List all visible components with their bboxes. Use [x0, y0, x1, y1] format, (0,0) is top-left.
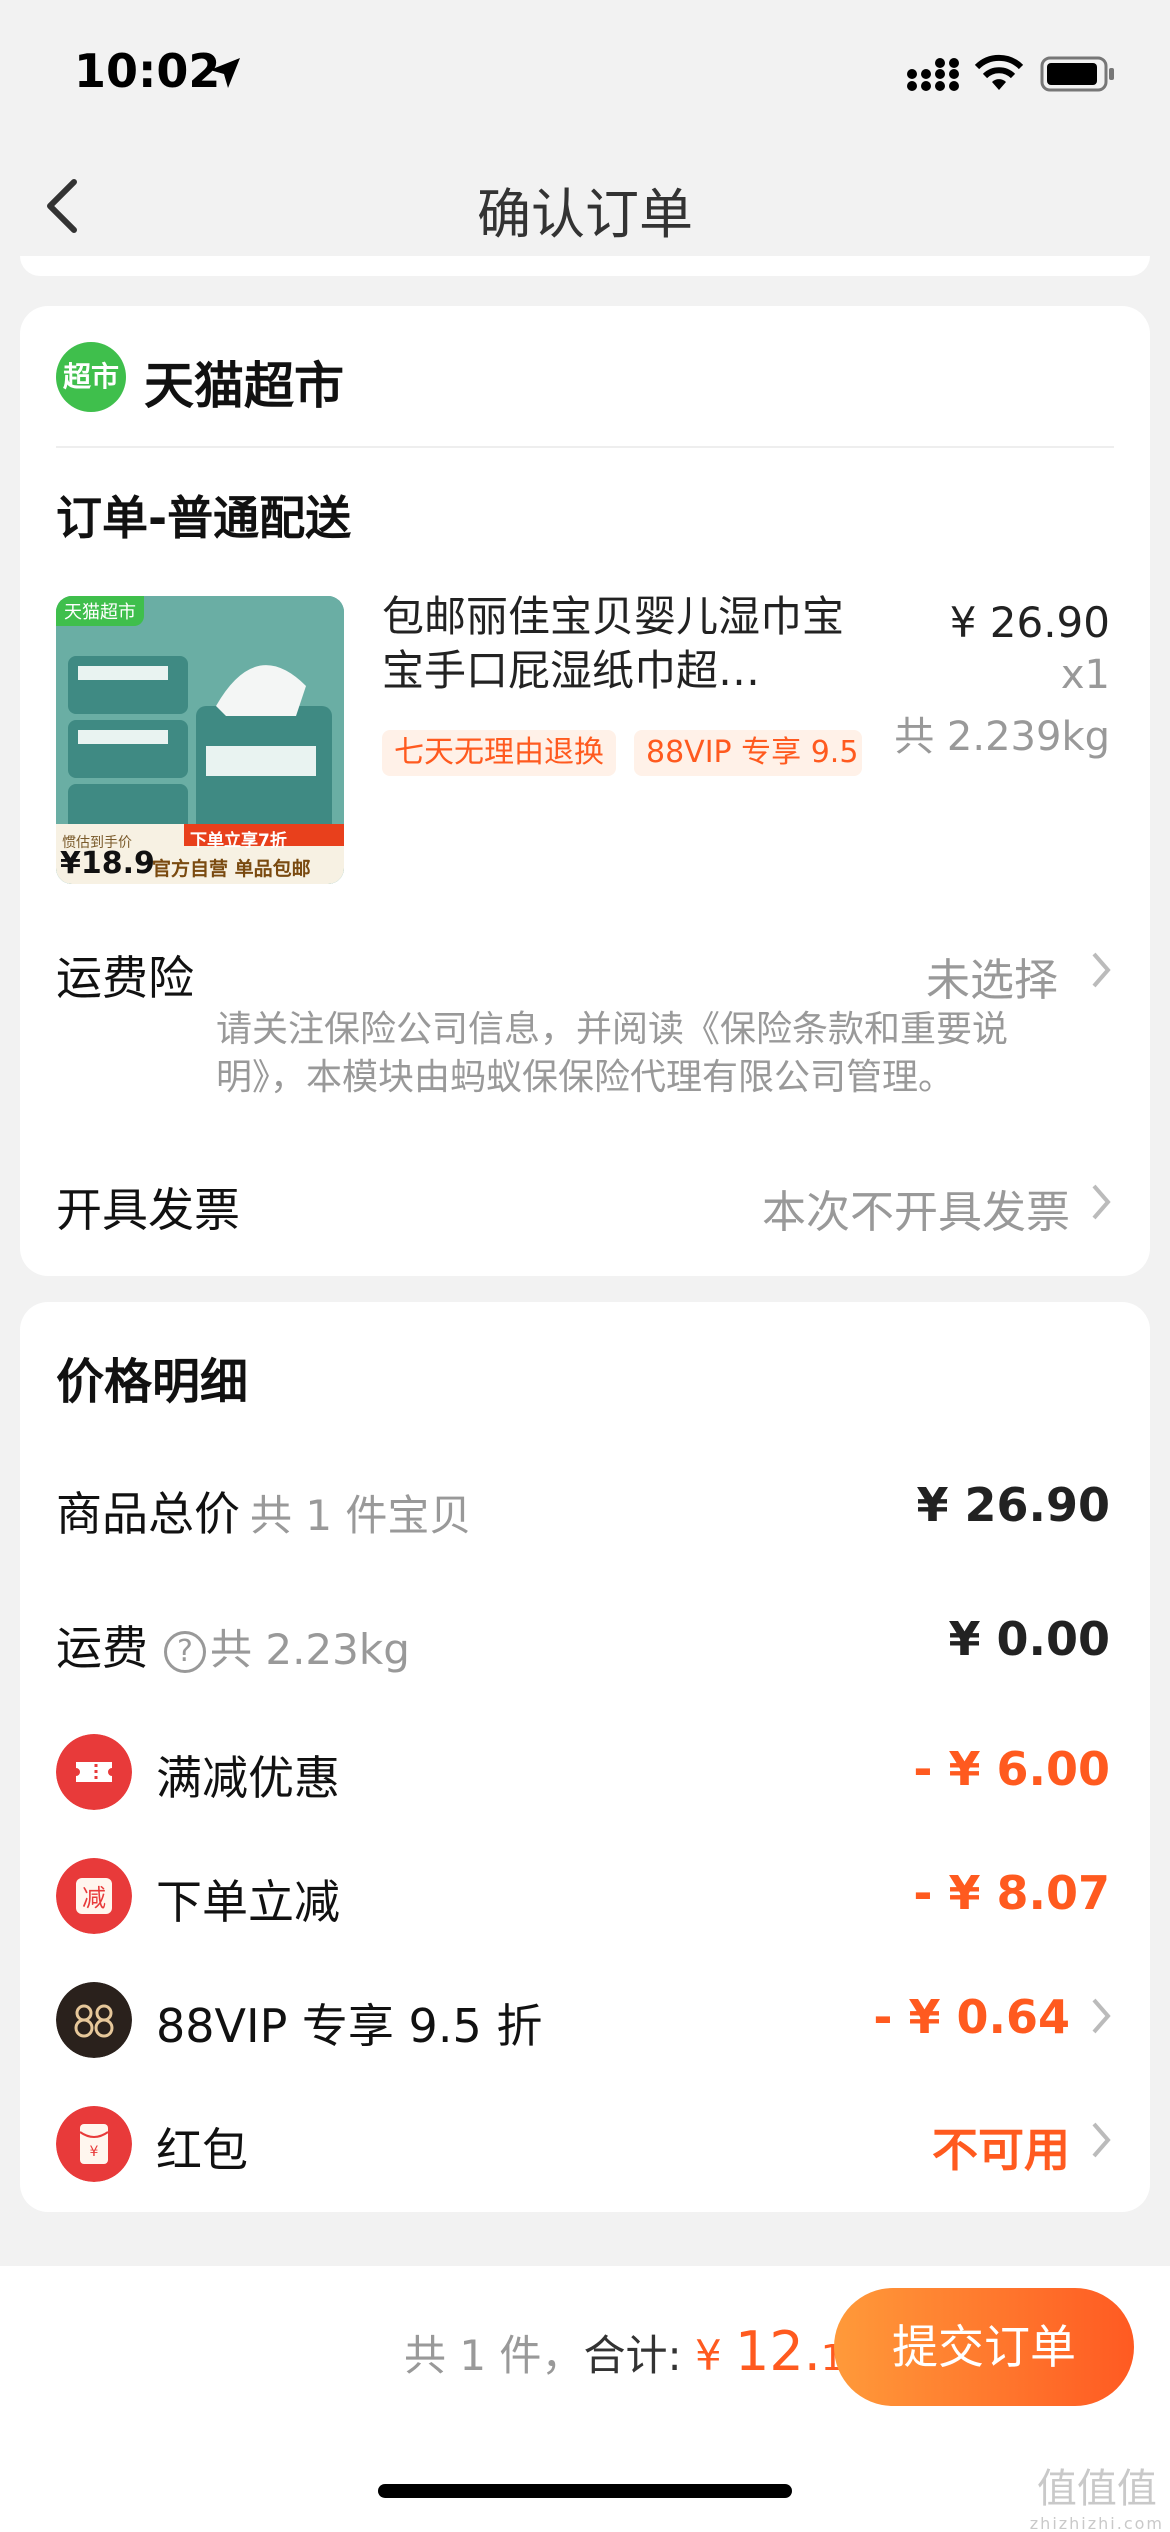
battery-icon [1040, 56, 1114, 92]
shipping-fee-value: ¥ 0.00 [948, 1612, 1110, 1666]
address-card-edge [20, 256, 1150, 276]
watermark-sub: zhizhizhi.com [1029, 2514, 1164, 2532]
red-packet-icon: ¥ [56, 2106, 132, 2182]
item-count: 共 1 件， [404, 2331, 584, 2380]
price-detail-title: 价格明细 [56, 1354, 249, 1410]
discount-value[interactable]: - ¥ 0.64 [873, 1990, 1070, 2044]
total-integer: 12. [735, 2320, 821, 2383]
discount-label: 红包 [156, 2123, 248, 2177]
order-total: 共 1 件，合计: ¥ 12.19 [404, 2320, 867, 2383]
goods-total-label: 商品总价共 1 件宝贝 [56, 1478, 471, 1544]
chevron-right-icon[interactable] [1090, 2120, 1112, 2160]
page-title: 确认订单 [477, 183, 693, 246]
jian-icon: 减 [56, 1858, 132, 1934]
watermark: 值值值 zhizhizhi.com [1030, 2456, 1164, 2532]
product-tag: 88VIP 专享 9.5 折 [634, 730, 862, 776]
help-icon[interactable]: ? [164, 1630, 206, 1673]
svg-text:¥: ¥ [90, 2144, 99, 2160]
discount-label: 88VIP 专享 9.5 折 [156, 1999, 543, 2053]
product-title[interactable]: 包邮丽佳宝贝婴儿湿巾宝宝手口屁湿纸巾超… [382, 590, 852, 698]
svg-text:减: 减 [82, 1884, 106, 1912]
goods-count: 共 1 件宝贝 [250, 1491, 472, 1540]
discount-value[interactable]: 不可用 [932, 2114, 1070, 2180]
shipping-fee-label: 运费? 共 2.23kg [56, 1612, 410, 1678]
discount-value: - ¥ 8.07 [913, 1866, 1110, 1920]
status-bar: 10:02 [0, 0, 1170, 140]
product-image[interactable]: 天猫超市 惯估到手价 ¥18.9 下单立享7折 官方自营 单品包邮 [56, 596, 344, 884]
image-tags: 官方自营 单品包邮 [152, 858, 311, 880]
currency-symbol: ¥ [694, 2331, 736, 2380]
divider [56, 446, 1114, 448]
submit-order-button[interactable]: 提交订单 [834, 2288, 1134, 2406]
shipping-insurance-label: 运费险 [56, 951, 194, 1005]
product-quantity: x1 [1060, 652, 1110, 698]
vip88-icon [56, 1982, 132, 2058]
watermark-main: 值值值 [1036, 2466, 1157, 2512]
home-indicator[interactable] [378, 2484, 792, 2498]
product-price: ¥ 26.90 [949, 598, 1110, 647]
location-arrow-icon [210, 58, 240, 88]
store-name[interactable]: 天猫超市 [144, 346, 344, 418]
shipping-weight: 共 2.23kg [210, 1625, 410, 1674]
image-price: ¥18.9 [60, 846, 155, 881]
ticket-icon [56, 1734, 132, 1810]
store-logo: 超市 [56, 342, 126, 412]
insurance-note: 请关注保险公司信息，并阅读《保险条款和重要说明》，本模块由蚂蚁保保险代理有限公司… [216, 1009, 1009, 1098]
delivery-type: 订单-普通配送 [56, 491, 352, 545]
order-card: 超市 天猫超市 订单-普通配送 天猫超市 惯估到手价 ¥18.9 下单立享7折 … [20, 306, 1150, 1276]
chevron-right-icon[interactable] [1090, 950, 1112, 990]
price-detail-card: 价格明细 商品总价共 1 件宝贝 ¥ 26.90 运费? 共 2.23kg ¥ 0… [20, 1302, 1150, 2212]
cellular-signal-icon [907, 58, 959, 91]
goods-total-value: ¥ 26.90 [916, 1478, 1110, 1532]
status-time: 10:02 [74, 44, 221, 98]
bottom-bar: 共 1 件，合计: ¥ 12.19 提交订单 [0, 2266, 1170, 2532]
product-weight: 共 2.239kg [894, 714, 1110, 760]
chevron-right-icon[interactable] [1090, 1996, 1112, 2036]
invoice-value[interactable]: 本次不开具发票 [762, 1176, 1070, 1240]
total-label: 合计: [583, 2331, 682, 2380]
product-tag: 七天无理由退换 [382, 730, 616, 776]
goods-total-text: 商品总价 [56, 1487, 240, 1541]
shipping-fee-text: 运费 [56, 1621, 148, 1675]
wifi-icon [974, 54, 1024, 90]
chevron-right-icon[interactable] [1090, 1182, 1112, 1222]
nav-bar: 确认订单 [0, 140, 1170, 270]
shipping-insurance-value[interactable]: 未选择 [926, 944, 1058, 1008]
discount-value: - ¥ 6.00 [913, 1742, 1110, 1796]
image-promo: 下单立享7折 [190, 831, 287, 851]
discount-label: 满减优惠 [156, 1751, 340, 1805]
image-store-badge: 天猫超市 [56, 596, 144, 626]
invoice-label: 开具发票 [56, 1183, 240, 1237]
discount-label: 下单立减 [156, 1875, 340, 1929]
